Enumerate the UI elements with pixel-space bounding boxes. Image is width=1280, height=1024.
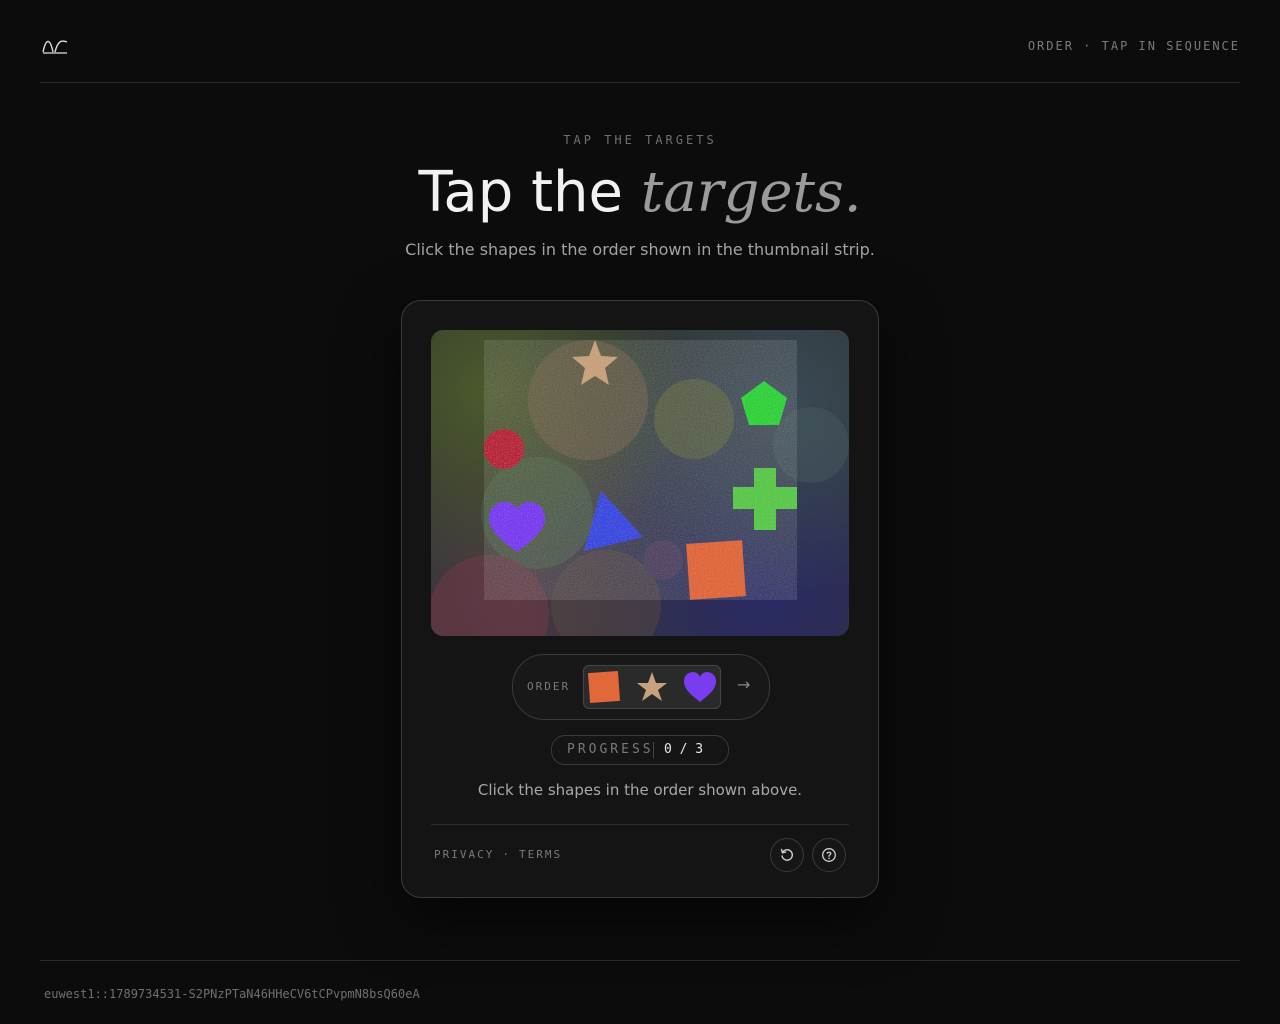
page-subtitle: Click the shapes in the order shown in t… xyxy=(405,240,875,259)
instruction-hint: Click the shapes in the order shown abov… xyxy=(477,781,803,799)
legal-links: PRIVACY · TERMS xyxy=(434,848,562,861)
progress-label: PROGRESS xyxy=(567,742,654,757)
mode-label: ORDER · TAP IN SEQUENCE xyxy=(1027,39,1240,53)
terms-link[interactable]: TERMS xyxy=(519,848,562,861)
circle-shape[interactable] xyxy=(484,429,524,469)
thumbnail-strip xyxy=(583,665,721,709)
cross-shape[interactable] xyxy=(733,468,797,530)
triangle-shape[interactable] xyxy=(584,491,643,551)
thumb-heart xyxy=(684,672,716,702)
order-strip: ORDER → xyxy=(512,654,770,720)
thumb-star xyxy=(637,672,667,701)
footer-divider xyxy=(40,960,1240,961)
top-bar: ORDER · TAP IN SEQUENCE xyxy=(40,0,1240,83)
progress-divider xyxy=(653,742,654,758)
title-emphasis: targets. xyxy=(640,160,862,225)
title-plain: Tap the xyxy=(418,160,623,225)
order-label: ORDER xyxy=(527,680,571,693)
privacy-link[interactable]: PRIVACY xyxy=(434,848,494,861)
help-button[interactable] xyxy=(812,838,846,872)
eyebrow: TAP THE TARGETS xyxy=(563,133,717,147)
wave-logo-icon xyxy=(42,40,68,54)
card-divider xyxy=(431,824,849,825)
thumb-square xyxy=(587,670,621,704)
reload-icon xyxy=(780,848,793,861)
page-title: Tap the targets. xyxy=(0,158,1280,228)
session-id: euwest1::1789734531-S2PNzPTaN46HHeCV6tCP… xyxy=(44,987,420,1001)
progress-indicator: PROGRESS 0 / 3 xyxy=(551,735,729,765)
help-icon xyxy=(822,848,836,862)
square-shape[interactable] xyxy=(686,540,746,600)
challenge-canvas[interactable] xyxy=(431,330,849,636)
pentagon-shape[interactable] xyxy=(741,381,787,425)
progress-value: 0 / 3 xyxy=(664,742,704,757)
captcha-card: ORDER → PROGRESS 0 / 3 Click the shapes … xyxy=(401,300,879,898)
reload-button[interactable] xyxy=(770,838,804,872)
link-separator: · xyxy=(502,848,511,861)
next-arrow-icon: → xyxy=(737,675,751,694)
